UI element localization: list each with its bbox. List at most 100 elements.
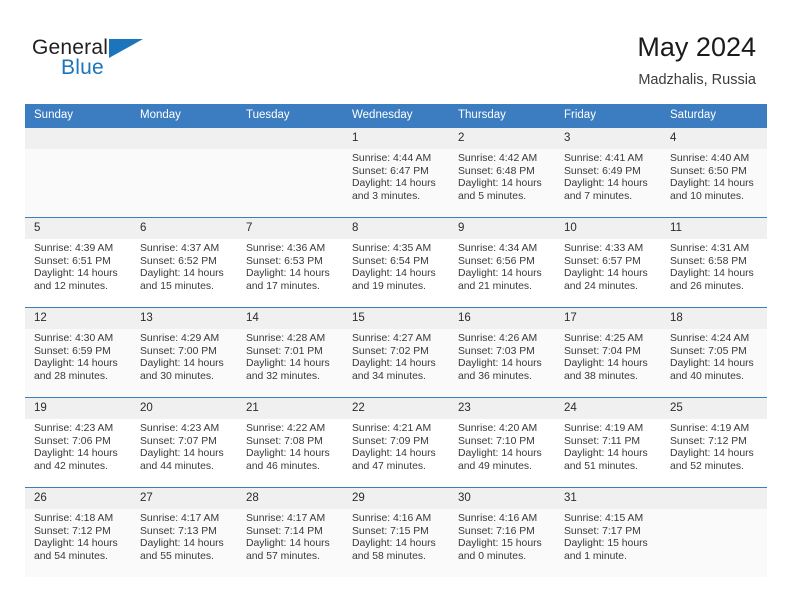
sunset-text: Sunset: 7:08 PM bbox=[246, 435, 323, 447]
sunset-text: Sunset: 6:57 PM bbox=[564, 255, 641, 267]
calendar-day-cell[interactable]: 27 Sunrise: 4:17 AM Sunset: 7:13 PM Dayligh… bbox=[131, 487, 237, 577]
day-details: Sunrise: 4:24 AM Sunset: 7:05 PM Daylight:… bbox=[661, 329, 767, 383]
day-details: Sunrise: 4:18 AM Sunset: 7:12 PM Daylight:… bbox=[25, 509, 131, 563]
calendar-week-row: 5 Sunrise: 4:39 AM Sunset: 6:51 PM Daylight… bbox=[25, 217, 767, 308]
sunrise-text: Sunrise: 4:34 AM bbox=[458, 243, 538, 254]
sunset-text: Sunset: 7:06 PM bbox=[34, 435, 111, 447]
sunset-text: Sunset: 7:12 PM bbox=[670, 435, 747, 447]
daylight-text-line2: and 21 minutes. bbox=[458, 280, 532, 292]
calendar-day-cell[interactable]: 16 Sunrise: 4:26 AM Sunset: 7:03 PM Dayligh… bbox=[449, 307, 555, 398]
calendar-day-cell[interactable]: 12 Sunrise: 4:30 AM Sunset: 6:59 PM Dayligh… bbox=[25, 307, 131, 398]
day-details: Sunrise: 4:27 AM Sunset: 7:02 PM Daylight:… bbox=[343, 329, 449, 383]
calendar-day-cell[interactable]: 7 Sunrise: 4:36 AM Sunset: 6:53 PM Daylight… bbox=[237, 217, 343, 308]
daylight-text-line2: and 32 minutes. bbox=[246, 370, 320, 382]
sunset-text: Sunset: 6:49 PM bbox=[564, 165, 641, 177]
daylight-text-line2: and 30 minutes. bbox=[140, 370, 214, 382]
calendar-day-cell[interactable]: 29 Sunrise: 4:16 AM Sunset: 7:15 PM Dayligh… bbox=[343, 487, 449, 577]
sunrise-text: Sunrise: 4:41 AM bbox=[564, 153, 644, 164]
sunrise-text: Sunrise: 4:19 AM bbox=[670, 423, 750, 434]
calendar-day-cell[interactable]: 14 Sunrise: 4:28 AM Sunset: 7:01 PM Dayligh… bbox=[237, 307, 343, 398]
day-number bbox=[237, 128, 343, 149]
day-number: 23 bbox=[449, 398, 555, 419]
sunset-text: Sunset: 7:16 PM bbox=[458, 525, 535, 537]
day-number: 16 bbox=[449, 308, 555, 329]
day-number: 22 bbox=[343, 398, 449, 419]
calendar-day-cell[interactable]: 9 Sunrise: 4:34 AM Sunset: 6:56 PM Daylight… bbox=[449, 217, 555, 308]
day-number bbox=[25, 128, 131, 149]
day-number: 27 bbox=[131, 488, 237, 509]
sunset-text: Sunset: 7:17 PM bbox=[564, 525, 641, 537]
sunset-text: Sunset: 7:02 PM bbox=[352, 345, 429, 357]
calendar-day-cell[interactable]: 8 Sunrise: 4:35 AM Sunset: 6:54 PM Daylight… bbox=[343, 217, 449, 308]
title-block: May 2024 Madzhalis, Russia bbox=[637, 30, 756, 90]
calendar-day-cell[interactable]: 21 Sunrise: 4:22 AM Sunset: 7:08 PM Dayligh… bbox=[237, 397, 343, 488]
daylight-text-line1: Daylight: 14 hours bbox=[458, 268, 542, 280]
sunset-text: Sunset: 7:07 PM bbox=[140, 435, 217, 447]
day-details: Sunrise: 4:44 AM Sunset: 6:47 PM Daylight:… bbox=[343, 149, 449, 203]
calendar-day-cell[interactable]: 1 Sunrise: 4:44 AM Sunset: 6:47 PM Daylight… bbox=[343, 127, 449, 218]
calendar-day-cell[interactable]: 19 Sunrise: 4:23 AM Sunset: 7:06 PM Dayligh… bbox=[25, 397, 131, 488]
daylight-text-line1: Daylight: 14 hours bbox=[352, 448, 436, 460]
day-number: 7 bbox=[237, 218, 343, 239]
day-number: 20 bbox=[131, 398, 237, 419]
sunrise-text: Sunrise: 4:36 AM bbox=[246, 243, 326, 254]
day-number: 17 bbox=[555, 308, 661, 329]
calendar-day-cell[interactable]: 4 Sunrise: 4:40 AM Sunset: 6:50 PM Daylight… bbox=[661, 127, 767, 218]
calendar-day-cell[interactable]: 6 Sunrise: 4:37 AM Sunset: 6:52 PM Daylight… bbox=[131, 217, 237, 308]
weekday-header-sunday: Sunday bbox=[25, 104, 131, 128]
calendar-day-cell[interactable]: 24 Sunrise: 4:19 AM Sunset: 7:11 PM Dayligh… bbox=[555, 397, 661, 488]
daylight-text-line2: and 10 minutes. bbox=[670, 190, 744, 202]
day-number: 25 bbox=[661, 398, 767, 419]
day-details: Sunrise: 4:26 AM Sunset: 7:03 PM Daylight:… bbox=[449, 329, 555, 383]
weekday-header-tuesday: Tuesday bbox=[237, 104, 343, 128]
day-details: Sunrise: 4:30 AM Sunset: 6:59 PM Daylight:… bbox=[25, 329, 131, 383]
calendar-day-cell[interactable]: 2 Sunrise: 4:42 AM Sunset: 6:48 PM Daylight… bbox=[449, 127, 555, 218]
calendar-day-cell[interactable]: 25 Sunrise: 4:19 AM Sunset: 7:12 PM Dayligh… bbox=[661, 397, 767, 488]
calendar-day-cell[interactable]: 22 Sunrise: 4:21 AM Sunset: 7:09 PM Dayligh… bbox=[343, 397, 449, 488]
sunrise-text: Sunrise: 4:16 AM bbox=[458, 513, 538, 524]
logo-triangle-icon bbox=[109, 39, 143, 58]
day-number: 2 bbox=[449, 128, 555, 149]
calendar-week-row: 19 Sunrise: 4:23 AM Sunset: 7:06 PM Dayligh… bbox=[25, 397, 767, 488]
day-details: Sunrise: 4:19 AM Sunset: 7:11 PM Daylight:… bbox=[555, 419, 661, 473]
calendar-day-cell[interactable]: 15 Sunrise: 4:27 AM Sunset: 7:02 PM Dayligh… bbox=[343, 307, 449, 398]
sunset-text: Sunset: 7:15 PM bbox=[352, 525, 429, 537]
calendar-day-cell[interactable]: 31 Sunrise: 4:15 AM Sunset: 7:17 PM Dayligh… bbox=[555, 487, 661, 577]
calendar-day-cell[interactable]: 13 Sunrise: 4:29 AM Sunset: 7:00 PM Dayligh… bbox=[131, 307, 237, 398]
daylight-text-line2: and 19 minutes. bbox=[352, 280, 426, 292]
daylight-text-line1: Daylight: 14 hours bbox=[34, 538, 118, 550]
calendar-day-cell[interactable]: 17 Sunrise: 4:25 AM Sunset: 7:04 PM Dayligh… bbox=[555, 307, 661, 398]
day-details: Sunrise: 4:15 AM Sunset: 7:17 PM Daylight:… bbox=[555, 509, 661, 563]
calendar-day-cell[interactable]: 5 Sunrise: 4:39 AM Sunset: 6:51 PM Daylight… bbox=[25, 217, 131, 308]
daylight-text-line2: and 55 minutes. bbox=[140, 550, 214, 562]
day-details: Sunrise: 4:36 AM Sunset: 6:53 PM Daylight:… bbox=[237, 239, 343, 293]
calendar-week-row: 26 Sunrise: 4:18 AM Sunset: 7:12 PM Dayligh… bbox=[25, 487, 767, 577]
calendar-day-cell[interactable]: 20 Sunrise: 4:23 AM Sunset: 7:07 PM Dayligh… bbox=[131, 397, 237, 488]
day-number: 19 bbox=[25, 398, 131, 419]
day-details: Sunrise: 4:20 AM Sunset: 7:10 PM Daylight:… bbox=[449, 419, 555, 473]
day-number: 3 bbox=[555, 128, 661, 149]
daylight-text-line1: Daylight: 14 hours bbox=[246, 268, 330, 280]
daylight-text-line2: and 1 minute. bbox=[564, 550, 627, 562]
daylight-text-line1: Daylight: 14 hours bbox=[246, 538, 330, 550]
calendar-day-cell[interactable]: 26 Sunrise: 4:18 AM Sunset: 7:12 PM Dayligh… bbox=[25, 487, 131, 577]
calendar-day-cell[interactable]: 30 Sunrise: 4:16 AM Sunset: 7:16 PM Dayligh… bbox=[449, 487, 555, 577]
calendar-day-cell[interactable]: 28 Sunrise: 4:17 AM Sunset: 7:14 PM Dayligh… bbox=[237, 487, 343, 577]
general-blue-logo: General Blue bbox=[32, 36, 162, 84]
daylight-text-line2: and 42 minutes. bbox=[34, 460, 108, 472]
sunrise-text: Sunrise: 4:29 AM bbox=[140, 333, 220, 344]
calendar-day-cell[interactable]: 11 Sunrise: 4:31 AM Sunset: 6:58 PM Dayligh… bbox=[661, 217, 767, 308]
day-number: 12 bbox=[25, 308, 131, 329]
day-details: Sunrise: 4:40 AM Sunset: 6:50 PM Daylight:… bbox=[661, 149, 767, 203]
daylight-text-line2: and 54 minutes. bbox=[34, 550, 108, 562]
sunset-text: Sunset: 6:52 PM bbox=[140, 255, 217, 267]
day-details: Sunrise: 4:17 AM Sunset: 7:14 PM Daylight:… bbox=[237, 509, 343, 563]
calendar-day-cell[interactable]: 10 Sunrise: 4:33 AM Sunset: 6:57 PM Dayligh… bbox=[555, 217, 661, 308]
daylight-text-line2: and 36 minutes. bbox=[458, 370, 532, 382]
calendar-day-cell[interactable]: 18 Sunrise: 4:24 AM Sunset: 7:05 PM Dayligh… bbox=[661, 307, 767, 398]
sunrise-text: Sunrise: 4:16 AM bbox=[352, 513, 432, 524]
calendar-day-cell[interactable]: 23 Sunrise: 4:20 AM Sunset: 7:10 PM Dayligh… bbox=[449, 397, 555, 488]
daylight-text-line2: and 0 minutes. bbox=[458, 550, 527, 562]
calendar-day-cell[interactable]: 3 Sunrise: 4:41 AM Sunset: 6:49 PM Daylight… bbox=[555, 127, 661, 218]
logo-text-blue: Blue bbox=[61, 56, 104, 79]
